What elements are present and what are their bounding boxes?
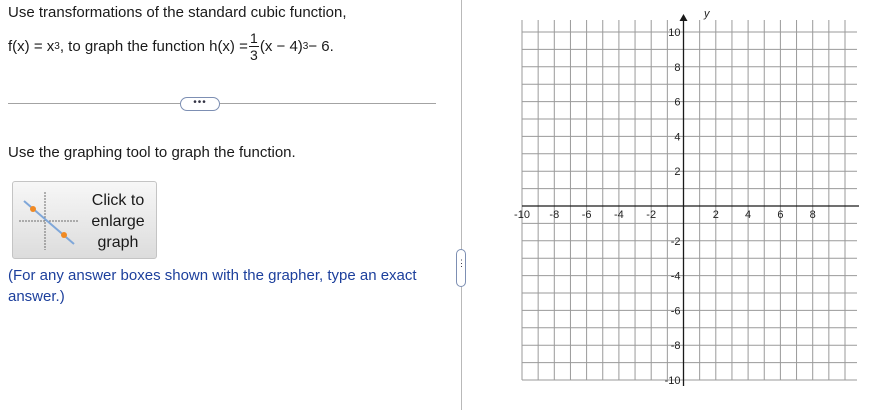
fraction-denominator: 3 [249,46,258,63]
x-tick-labels: -10 -8 -6 -4 -2 2 4 6 8 [514,209,816,221]
x-tick-label: -2 [646,209,656,221]
show-more-button[interactable]: ••• [180,97,220,111]
panel-resize-handle[interactable]: ⋮ [456,249,466,287]
x-tick-label: -8 [549,209,559,221]
y-tick-label: -4 [671,271,681,283]
x-tick-label: 4 [745,209,751,221]
h-tail: − 6. [308,37,334,55]
fraction-numerator: 1 [249,29,258,46]
enlarge-graph-button[interactable]: Click to enlarge graph [12,181,157,259]
fraction-one-third: 1 3 [248,29,259,63]
panel-divider [461,0,462,410]
x-tick-label: 8 [810,209,816,221]
h-body: (x − 4) [259,37,303,55]
y-tick-label: 2 [674,166,680,178]
instruction-text: Use the graphing tool to graph the funct… [8,144,296,161]
grid-lines [521,20,857,381]
x-tick-label: -10 [514,209,530,221]
y-tick-label: 10 [668,27,680,39]
y-axis-label: y [703,8,711,20]
y-tick-label: -8 [671,340,681,352]
y-tick-label: 4 [674,131,680,143]
x-tick-label: 6 [777,209,783,221]
y-tick-label: -10 [665,375,681,387]
y-tick-label: 8 [674,62,680,74]
x-tick-label: 2 [713,209,719,221]
x-tick-label: -4 [614,209,624,221]
enlarge-label-line-1: Click to [91,192,145,209]
question-line-2: f(x) = x3, to graph the function h(x) = … [8,26,334,66]
question-panel: Use transformations of the standard cubi… [0,0,462,410]
f-definition: f(x) = x [8,37,55,55]
answer-note: (For any answer boxes shown with the gra… [8,267,417,305]
y-tick-label: -6 [671,305,681,317]
graphing-tool[interactable]: -10 -8 -6 -4 -2 2 4 6 8 10 8 6 4 2 -2 -4 -6 -8 -10 y [495,0,882,410]
h-intro: , to graph the function h(x) = [59,37,248,55]
question-line-1: Use transformations of the standard cubi… [8,4,347,21]
axes [522,14,859,386]
graph-preview-icon [19,192,79,250]
y-axis-arrow [679,14,688,21]
y-tick-label: 6 [674,97,680,109]
enlarge-graph-label: Click to enlarge graph [85,190,151,253]
y-tick-label: -2 [671,236,681,248]
section-divider [8,103,436,104]
enlarge-label-line-3: graph [97,234,139,251]
enlarge-label-line-2: enlarge [91,213,145,230]
x-tick-label: -6 [582,209,592,221]
